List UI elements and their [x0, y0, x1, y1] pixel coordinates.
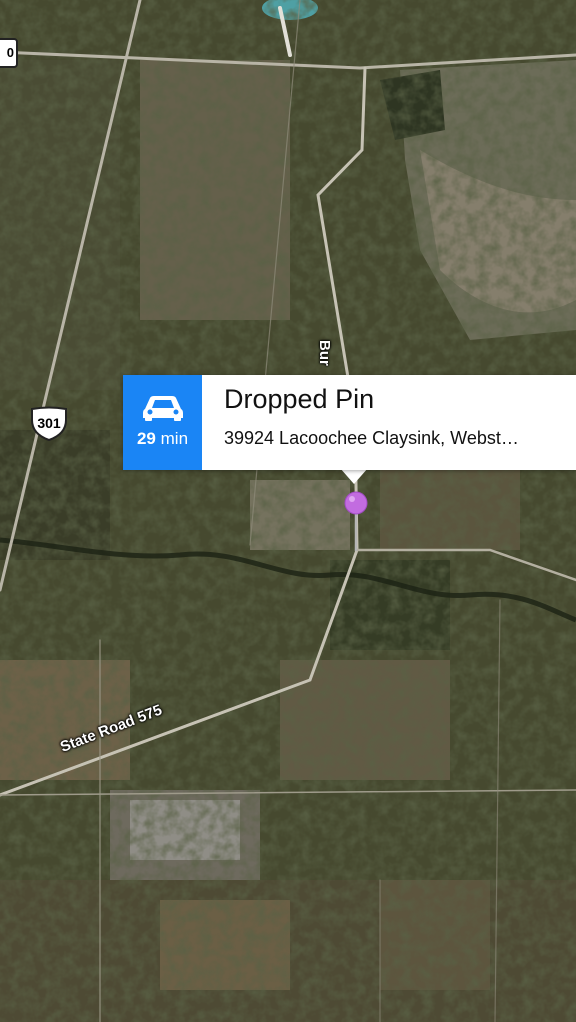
satellite-map[interactable]: [0, 0, 576, 1022]
shield-number: 301: [37, 415, 61, 431]
map-pin-icon[interactable]: [344, 491, 368, 551]
pin-title: Dropped Pin: [224, 384, 375, 414]
callout-pointer: [340, 468, 368, 484]
pin-address: 39924 Lacoochee Claysink, Webst…: [224, 428, 519, 448]
road-label-partial: Bur: [316, 340, 333, 366]
corner-shield-text: 0: [6, 45, 14, 60]
eta-label: 29 min: [123, 429, 202, 449]
eta-value: 29: [136, 429, 156, 448]
corner-shield: 0: [0, 38, 18, 68]
us-route-shield: 301: [29, 406, 69, 442]
pin-callout[interactable]: 29 min Dropped Pin 39924 Lacoochee Clays…: [123, 375, 576, 470]
eta-unit: min: [160, 429, 189, 448]
directions-button[interactable]: 29 min: [123, 375, 202, 470]
car-icon: [143, 396, 183, 421]
